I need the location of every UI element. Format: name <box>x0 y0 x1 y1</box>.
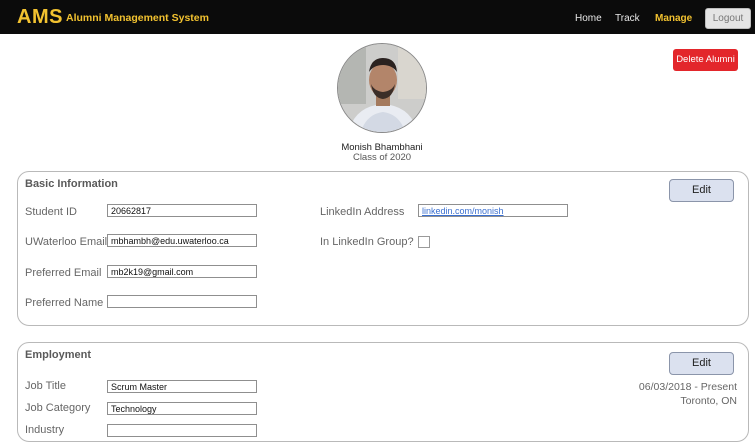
industry-input[interactable] <box>107 424 257 437</box>
student-id-label: Student ID <box>25 206 77 218</box>
basic-information-title: Basic Information <box>25 178 118 190</box>
delete-alumni-button[interactable]: Delete Alumni <box>673 49 738 71</box>
brand-subtitle: Alumni Management System <box>66 12 209 24</box>
employment-card: Employment Edit Job Title Job Category I… <box>17 342 749 442</box>
nav-track[interactable]: Track <box>615 13 640 24</box>
job-category-input[interactable] <box>107 402 257 415</box>
basic-edit-button[interactable]: Edit <box>669 179 734 202</box>
avatar-photo <box>338 44 426 132</box>
job-title-label: Job Title <box>25 380 66 392</box>
preferred-email-label: Preferred Email <box>25 267 102 279</box>
preferred-name-input[interactable] <box>107 295 257 308</box>
logout-button[interactable]: Logout <box>705 8 751 29</box>
preferred-email-input[interactable] <box>107 265 257 278</box>
industry-label: Industry <box>25 424 65 436</box>
uwaterloo-email-input[interactable] <box>107 234 257 247</box>
avatar <box>337 43 427 133</box>
student-id-input[interactable] <box>107 204 257 217</box>
basic-information-card: Basic Information Edit Student ID UWater… <box>17 171 749 326</box>
linkedin-address-input[interactable] <box>418 204 568 217</box>
job-category-label: Job Category <box>25 402 91 414</box>
employment-dates: 06/03/2018 - Present <box>638 381 737 393</box>
linkedin-group-label: In LinkedIn Group? <box>320 236 414 248</box>
top-navbar: AMS Alumni Management System Home Track … <box>0 0 755 34</box>
nav-manage[interactable]: Manage <box>655 13 692 24</box>
employment-edit-button[interactable]: Edit <box>669 352 734 375</box>
class-year: Class of 2020 <box>352 152 412 163</box>
linkedin-group-checkbox[interactable] <box>418 236 430 248</box>
employment-title: Employment <box>25 349 92 361</box>
job-title-input[interactable] <box>107 380 257 393</box>
linkedin-address-label: LinkedIn Address <box>320 206 405 218</box>
uwaterloo-email-label: UWaterloo Email <box>25 236 108 248</box>
preferred-name-label: Preferred Name <box>25 297 104 309</box>
nav-home[interactable]: Home <box>575 13 602 24</box>
employment-location: Toronto, ON <box>680 395 737 407</box>
brand-logo[interactable]: AMS <box>17 6 63 29</box>
